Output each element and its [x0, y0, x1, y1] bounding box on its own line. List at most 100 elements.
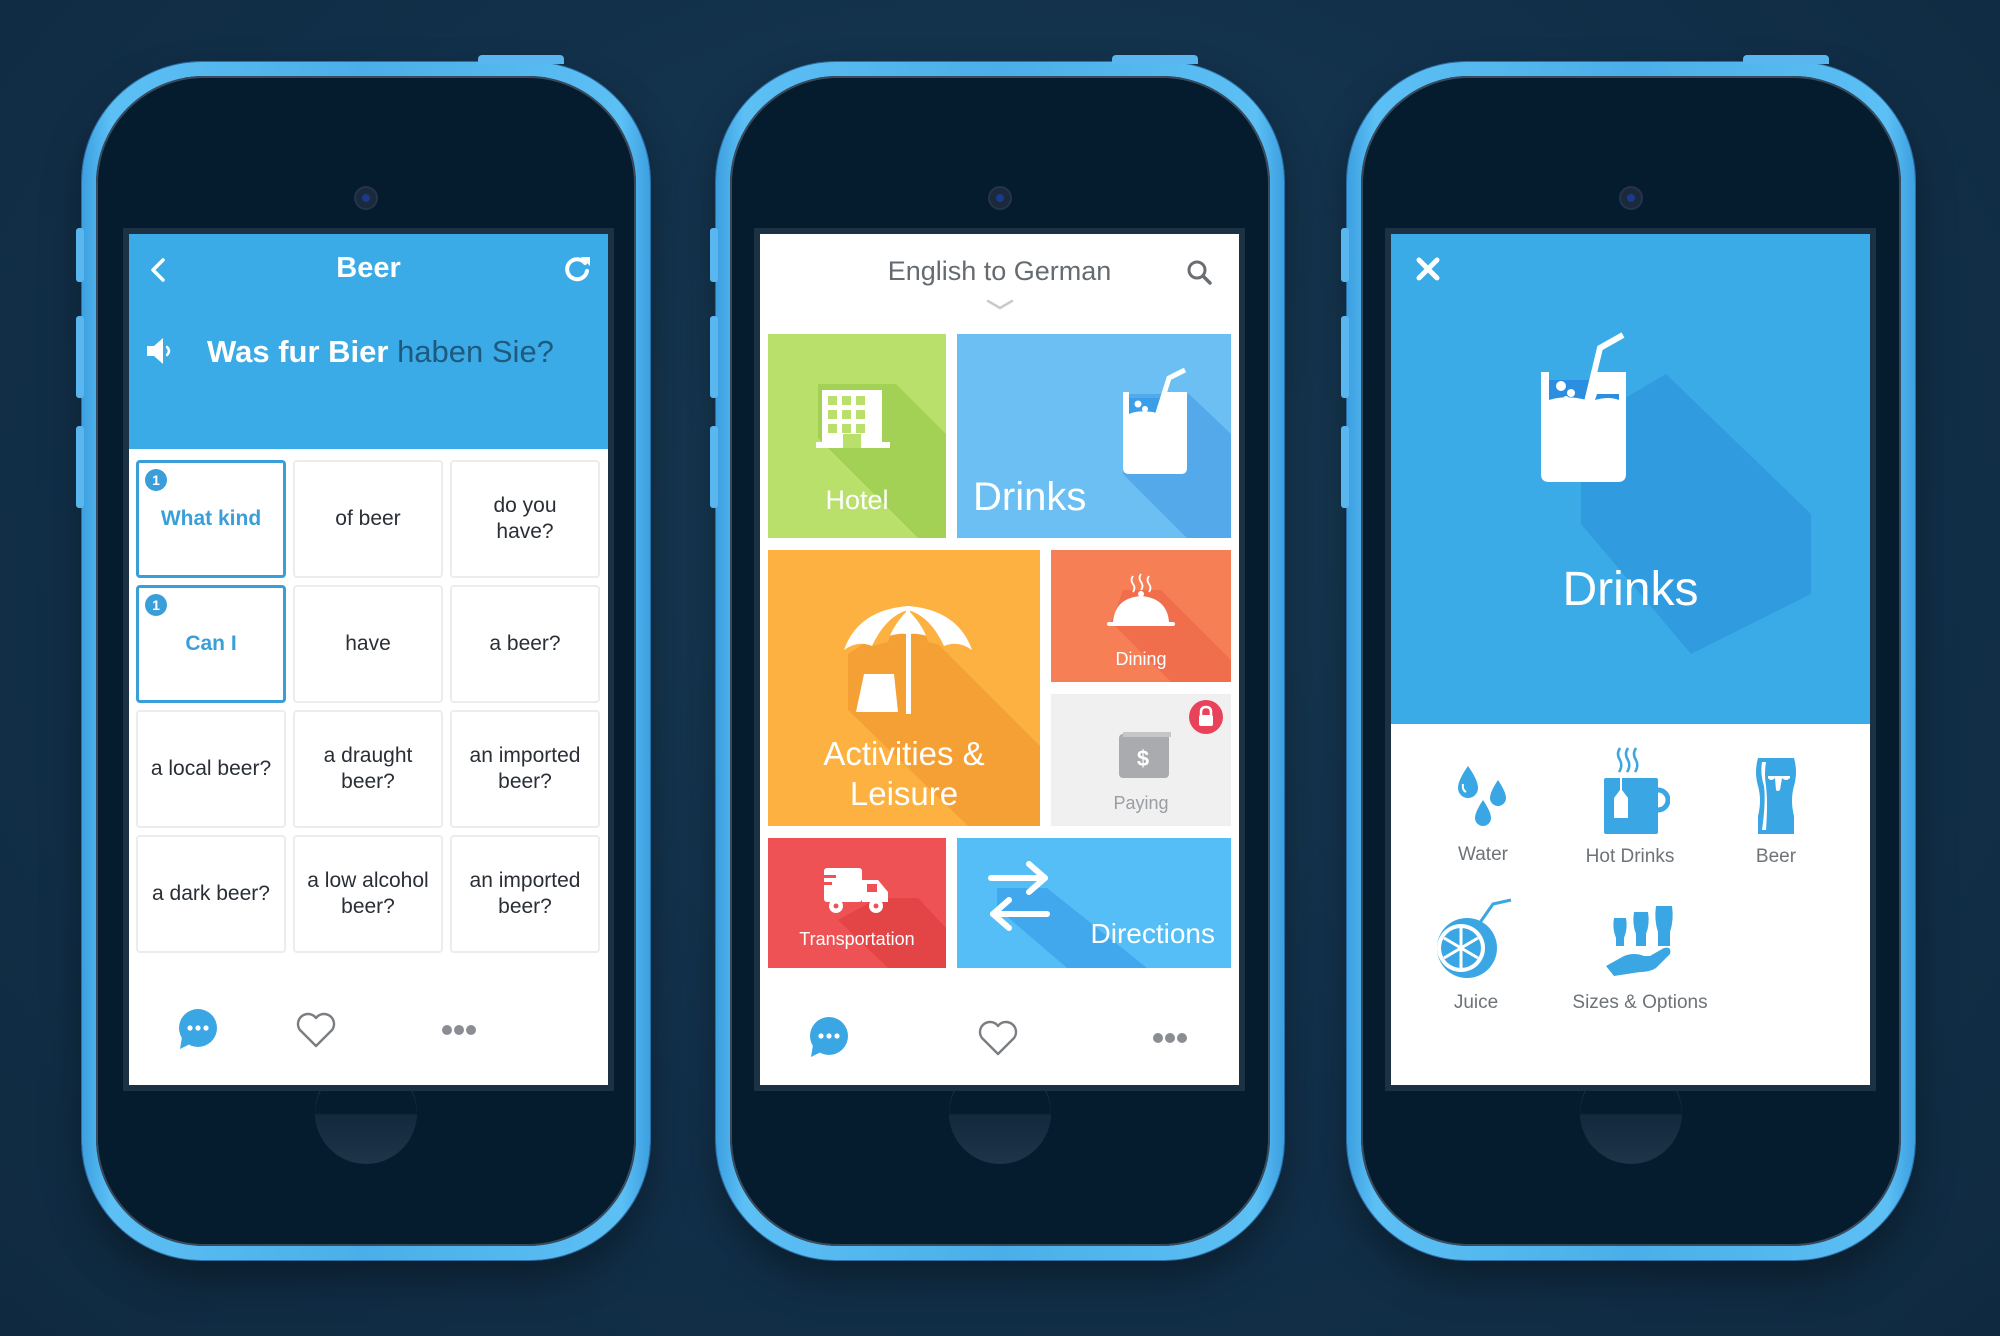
heart-icon [296, 1012, 336, 1048]
phrase-word-text: of beer [335, 507, 401, 530]
mute-switch [710, 228, 718, 282]
phrase-word-text: do you have? [493, 494, 557, 543]
phone-mockup-1: Beer Was fur Bier haben Sie? 1 What kind o… [76, 55, 650, 1260]
phone-mockup-3: Drinks Water Hot Drinks Beer Juice Sizes… [1341, 55, 1915, 1260]
subcategory-hot-drinks[interactable]: Hot Drinks [1555, 746, 1705, 868]
tile-label: Dining [1115, 649, 1167, 669]
glass-straw-icon [1541, 332, 1811, 654]
front-camera [1621, 188, 1641, 208]
phrase-word-text: Can I [185, 632, 237, 655]
play-audio-button[interactable] [143, 334, 177, 368]
tab-favorites[interactable] [286, 1005, 346, 1055]
item-label: Sizes & Options [1572, 992, 1708, 1013]
category-tile-transportation[interactable]: Transportation [768, 838, 946, 968]
category-hero: Drinks [1391, 234, 1870, 724]
phrase-builder-screen: Beer Was fur Bier haben Sie? 1 What kind o… [129, 234, 608, 1085]
language-header: English to German [760, 234, 1239, 324]
phrase-header: Beer Was fur Bier haben Sie? [129, 234, 608, 449]
volume-down-button [1341, 426, 1349, 508]
language-dropdown-toggle[interactable] [985, 298, 1015, 312]
phrase-known-part: Was fur Bier [207, 334, 389, 369]
volume-down-button [76, 426, 84, 508]
phrase-word-text: What kind [160, 507, 262, 530]
heart-icon [978, 1020, 1018, 1056]
refresh-icon [565, 257, 590, 282]
category-tile-directions[interactable]: Directions [957, 838, 1231, 968]
mute-switch [76, 228, 84, 282]
water-drops-icon [1458, 766, 1506, 826]
category-detail-screen: Drinks Water Hot Drinks Beer Juice Sizes… [1391, 234, 1870, 1085]
tile-label: Transportation [799, 929, 915, 949]
tab-more[interactable] [429, 1005, 489, 1055]
phrase-word-cell[interactable]: of beer [293, 460, 443, 578]
phrase-word-cell[interactable]: an imported beer? [450, 710, 600, 828]
item-label: Beer [1755, 846, 1797, 867]
phrase-word-cell[interactable]: a beer? [450, 585, 600, 703]
category-tile-drinks[interactable]: Drinks [957, 334, 1231, 538]
power-button [478, 55, 564, 64]
juice-orange-icon [1437, 898, 1512, 978]
volume-up-button [1341, 316, 1349, 398]
bottom-tab-bar [760, 975, 1239, 1085]
chat-bubble-icon [810, 1017, 848, 1057]
category-title: Drinks [1562, 563, 1699, 616]
phrase-word-cell[interactable]: 1 What kind [136, 460, 286, 578]
tab-conversation[interactable] [167, 1005, 227, 1055]
phrase-word-cell[interactable]: a low alcohol beer? [293, 835, 443, 953]
subcategory-sizes-options[interactable]: Sizes & Options [1555, 904, 1725, 1014]
tile-label: Activities & Leisure [768, 734, 1040, 814]
tile-label-line-2: Leisure [849, 775, 959, 812]
translated-phrase: Was fur Bier haben Sie? [207, 334, 554, 370]
front-camera [990, 188, 1010, 208]
power-button [1743, 55, 1829, 64]
phrase-word-text: a low alcohol beer? [307, 869, 429, 918]
phrase-word-grid: 1 What kind of beer do you have? 1 Can I have a… [136, 460, 601, 953]
tile-label: Paying [1113, 793, 1169, 813]
phrase-word-text: an imported beer? [469, 869, 581, 918]
subcategory-juice[interactable]: Juice [1401, 896, 1551, 1014]
category-tile-dining[interactable]: Dining [1051, 550, 1231, 682]
category-tile-hotel[interactable]: Hotel [768, 334, 946, 538]
phrase-word-text: a beer? [489, 632, 561, 655]
subcategory-beer[interactable]: Beer [1701, 756, 1851, 868]
phrase-word-cell[interactable]: a local beer? [136, 710, 286, 828]
item-label: Water [1458, 844, 1508, 865]
search-icon [1187, 260, 1212, 285]
volume-up-button [710, 316, 718, 398]
subcategory-water[interactable]: Water [1408, 764, 1558, 866]
bottom-tab-bar [129, 975, 608, 1085]
beer-glass-icon [1756, 758, 1796, 834]
category-tile-paying[interactable]: $ Paying [1051, 694, 1231, 826]
step-number-badge: 1 [145, 594, 167, 616]
search-button[interactable] [1185, 258, 1215, 288]
categories-screen: English to German Hotel Drinks Activitie… [760, 234, 1239, 1085]
tile-label: Hotel [825, 485, 889, 515]
item-label: Hot Drinks [1585, 846, 1675, 867]
page-title: Beer [336, 252, 401, 284]
phrase-word-cell[interactable]: a draught beer? [293, 710, 443, 828]
tab-favorites[interactable] [968, 1013, 1028, 1063]
svg-text:$: $ [1137, 746, 1149, 771]
speaker-icon [147, 338, 171, 364]
tab-conversation[interactable] [798, 1013, 858, 1063]
tile-label: Drinks [973, 475, 1087, 519]
phrase-remaining-part: haben Sie? [388, 334, 554, 369]
more-dots-icon [1153, 1033, 1187, 1043]
phrase-word-cell[interactable]: do you have? [450, 460, 600, 578]
category-tile-activities-leisure[interactable]: Activities & Leisure [768, 550, 1040, 826]
phrase-word-cell[interactable]: have [293, 585, 443, 703]
phrase-word-cell[interactable]: an imported beer? [450, 835, 600, 953]
phrase-word-text: a dark beer? [152, 882, 270, 905]
language-pair-selector[interactable]: English to German [760, 256, 1239, 287]
glasses-hand-icon [1606, 906, 1673, 976]
phrase-word-cell[interactable]: 1 Can I [136, 585, 286, 703]
phrase-word-cell[interactable]: a dark beer? [136, 835, 286, 953]
tab-more[interactable] [1140, 1013, 1200, 1063]
item-label: Juice [1453, 992, 1499, 1013]
front-camera [356, 188, 376, 208]
locked-badge [1189, 700, 1223, 734]
refresh-button[interactable] [560, 252, 594, 286]
chevron-down-icon [986, 299, 1013, 310]
volume-down-button [710, 426, 718, 508]
tea-mug-icon [1604, 747, 1670, 834]
